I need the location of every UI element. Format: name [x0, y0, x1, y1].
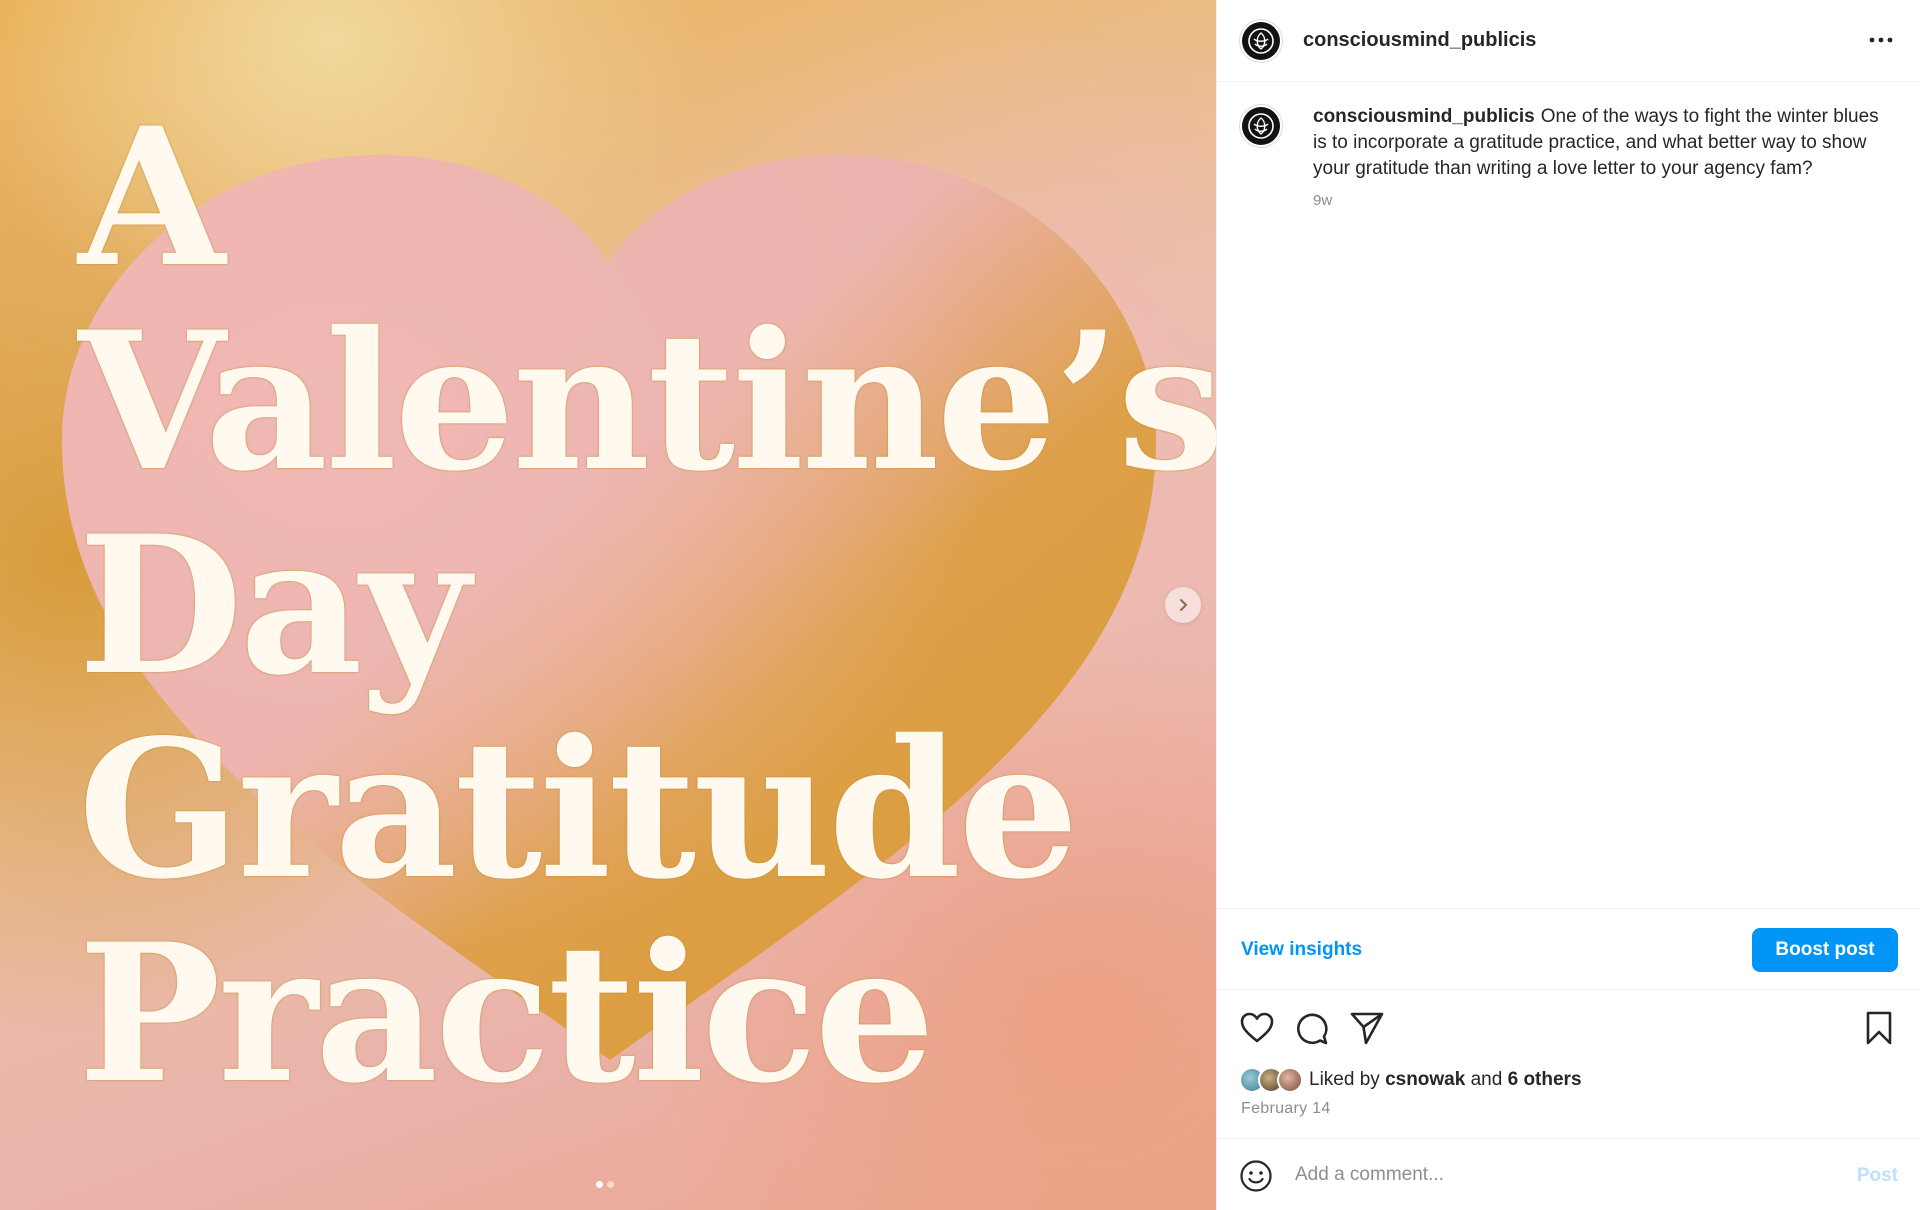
boost-post-button[interactable]: Boost post — [1752, 928, 1898, 972]
caption-username[interactable]: consciousmind_publicis — [1313, 106, 1535, 127]
caption-text: consciousmind_publicis One of the ways to… — [1313, 104, 1893, 182]
insights-bar: View insights Boost post — [1217, 908, 1920, 990]
comment-icon[interactable] — [1293, 1010, 1329, 1046]
header-username[interactable]: consciousmind_publicis — [1303, 29, 1536, 52]
carousel-indicator — [596, 1181, 614, 1188]
poster-title-line: Practice — [78, 902, 935, 1125]
post-side-panel: consciousmind_publicis consciousmind_pub… — [1216, 0, 1920, 1210]
post-comment-button[interactable]: Post — [1857, 1165, 1898, 1187]
instagram-post-view: A Valentine’s Day Gratitude Practice con… — [0, 0, 1920, 1210]
poster-title-line: Valentine’s — [78, 290, 1216, 513]
logo-icon — [1248, 113, 1274, 139]
post-header: consciousmind_publicis — [1217, 0, 1920, 82]
carousel-dot-active — [596, 1181, 603, 1188]
carousel-dot — [607, 1181, 614, 1188]
avatar-logo — [1242, 107, 1280, 145]
more-icon — [1869, 37, 1893, 43]
poster-title: A Valentine’s Day Gratitude Practice — [78, 86, 1216, 1125]
view-insights-link[interactable]: View insights — [1241, 939, 1362, 961]
caption: consciousmind_publicis One of the ways to… — [1239, 104, 1899, 209]
emoji-icon[interactable] — [1239, 1159, 1273, 1193]
caption-body: consciousmind_publicis One of the ways to… — [1313, 104, 1893, 209]
poster-title-line: Gratitude — [78, 698, 1079, 921]
logo-icon — [1248, 27, 1274, 54]
liker-avatars[interactable] — [1239, 1067, 1303, 1093]
liked-by-user-link[interactable]: csnowak — [1385, 1069, 1465, 1091]
heart-icon[interactable] — [1239, 1010, 1275, 1046]
caption-timestamp[interactable]: 9w — [1313, 192, 1893, 209]
action-bar — [1217, 1004, 1920, 1050]
share-icon[interactable] — [1349, 1010, 1385, 1046]
post-media[interactable]: A Valentine’s Day Gratitude Practice — [0, 0, 1216, 1210]
chevron-right-icon — [1180, 599, 1187, 611]
likes-prefix: Liked by — [1309, 1069, 1380, 1090]
carousel-next-button[interactable] — [1165, 587, 1201, 623]
likes-summary: Liked by csnowak and 6 others — [1239, 1066, 1582, 1094]
comment-input[interactable] — [1295, 1157, 1815, 1193]
avatar[interactable] — [1239, 104, 1283, 148]
likes-others-link[interactable]: 6 others — [1508, 1069, 1582, 1091]
avatar — [1277, 1067, 1303, 1093]
likes-joiner: and — [1470, 1069, 1503, 1090]
more-options-button[interactable] — [1866, 28, 1896, 52]
bookmark-icon[interactable] — [1861, 1010, 1897, 1046]
poster-title-line: Day — [78, 494, 470, 717]
poster-title-line: A — [78, 86, 225, 309]
comment-bar: Post — [1217, 1138, 1920, 1210]
post-date[interactable]: February 14 — [1241, 1100, 1331, 1118]
avatar[interactable] — [1239, 18, 1283, 63]
avatar-logo — [1242, 21, 1280, 60]
